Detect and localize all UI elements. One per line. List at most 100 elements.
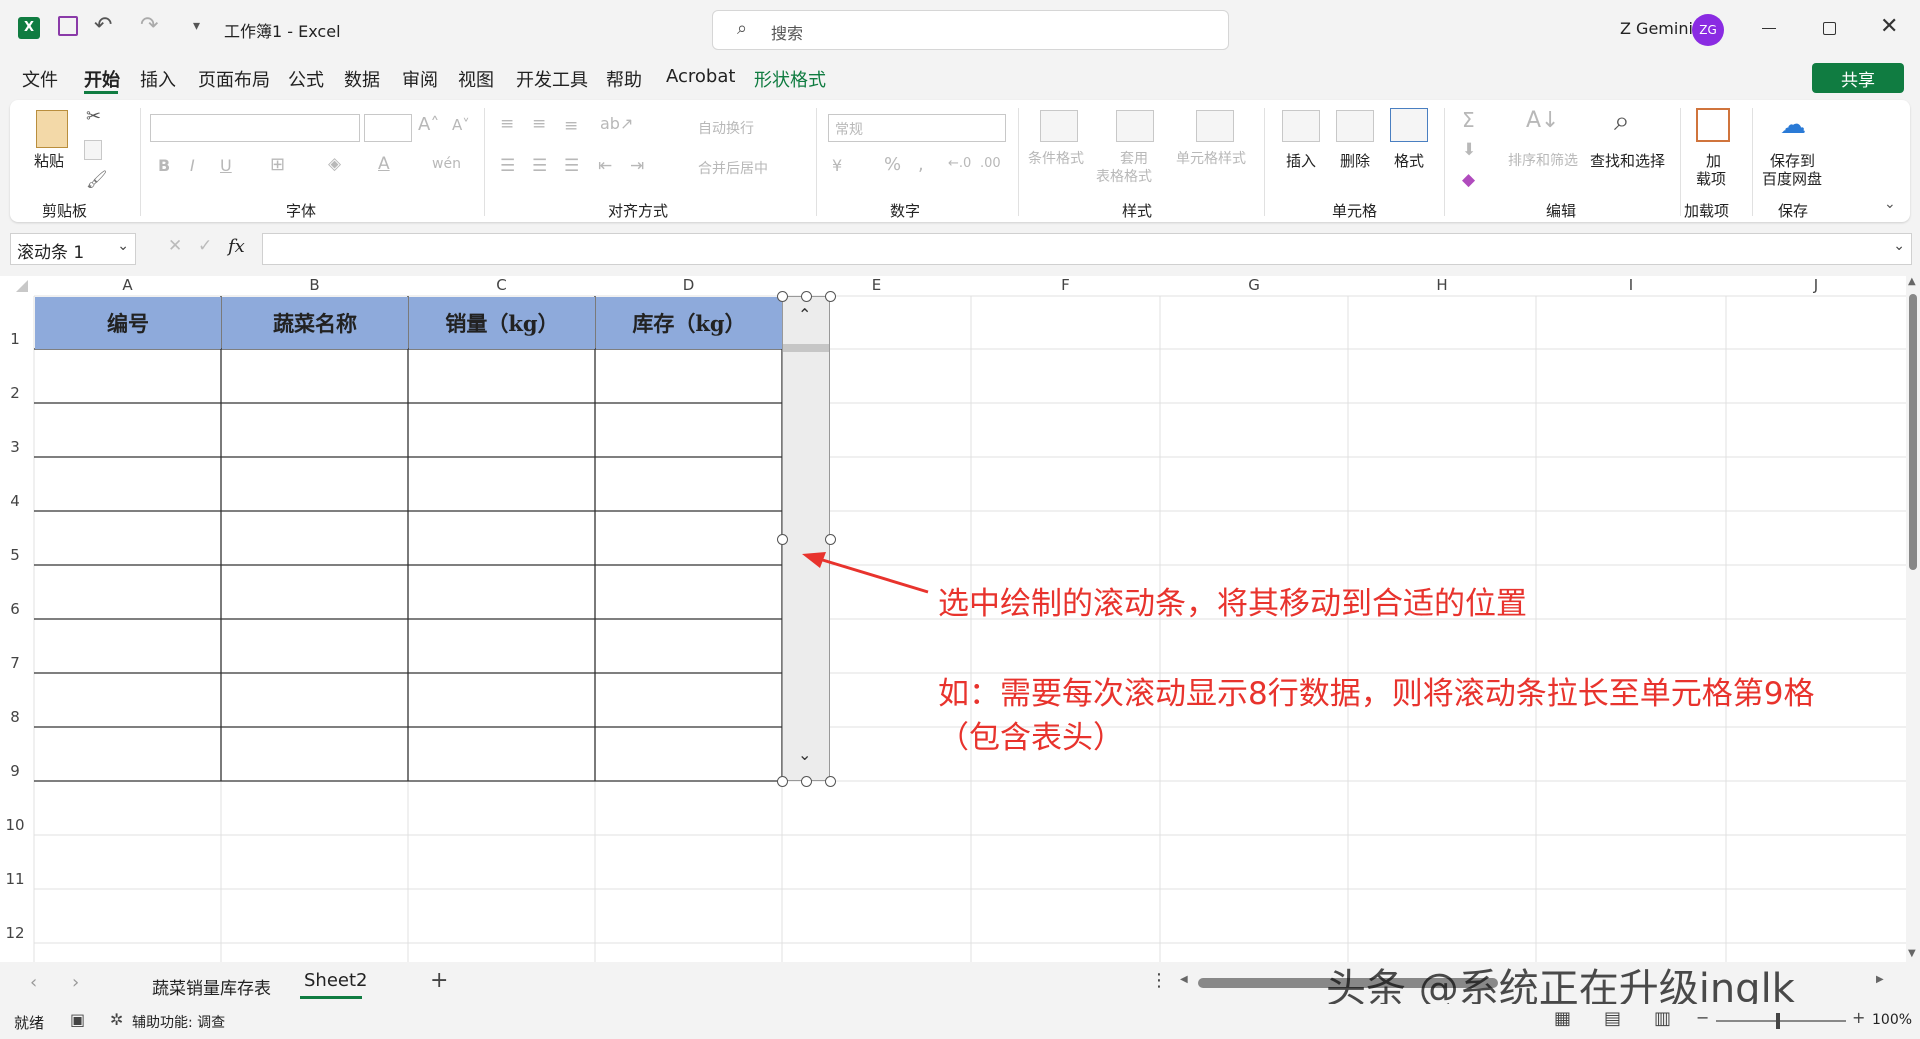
row-header-9[interactable]: 9 bbox=[0, 762, 30, 780]
page-layout-view-icon[interactable]: ▤ bbox=[1604, 1008, 1621, 1029]
underline-icon[interactable]: U bbox=[220, 156, 232, 175]
fill-icon[interactable]: ⬇ bbox=[1462, 140, 1476, 160]
align-center-icon[interactable]: ☰ bbox=[532, 156, 547, 176]
find-select-button[interactable]: 查找和选择 bbox=[1590, 150, 1665, 171]
insert-cells-button[interactable]: 插入 bbox=[1286, 150, 1316, 171]
sort-filter-button[interactable]: 排序和筛选 bbox=[1508, 150, 1578, 170]
conditional-format-button[interactable]: 条件格式 bbox=[1028, 148, 1084, 168]
format-as-table-label-2[interactable]: 表格格式 bbox=[1096, 166, 1152, 186]
collapse-ribbon-icon[interactable]: ⌄ bbox=[1884, 196, 1896, 212]
scroll-up-arrow-icon[interactable]: ▲ bbox=[1908, 276, 1916, 287]
accessibility-icon[interactable]: ✲ bbox=[110, 1010, 123, 1029]
resize-handle[interactable] bbox=[825, 776, 836, 787]
table-header-sales[interactable]: 销量（kg） bbox=[409, 297, 595, 349]
zoom-slider-thumb[interactable] bbox=[1776, 1013, 1780, 1029]
resize-handle[interactable] bbox=[777, 534, 788, 545]
vertical-scroll-thumb[interactable] bbox=[1909, 294, 1917, 570]
cell-styles-icon[interactable] bbox=[1196, 110, 1234, 142]
tab-home[interactable]: 开始 bbox=[84, 66, 120, 92]
zoom-slider[interactable] bbox=[1716, 1020, 1846, 1022]
table-header-id[interactable]: 编号 bbox=[35, 297, 221, 349]
column-header-d[interactable]: D bbox=[595, 276, 782, 296]
cell-styles-button[interactable]: 单元格样式 bbox=[1176, 148, 1246, 168]
add-sheet-icon[interactable]: + bbox=[430, 968, 448, 993]
share-button[interactable]: 共享 bbox=[1812, 63, 1904, 93]
tab-page-layout[interactable]: 页面布局 bbox=[198, 66, 270, 92]
enter-icon[interactable]: ✓ bbox=[198, 236, 212, 256]
increase-decimal-icon[interactable]: ←.0 bbox=[948, 156, 971, 171]
format-cells-button[interactable]: 格式 bbox=[1394, 150, 1424, 171]
sort-filter-icon[interactable]: A↓ bbox=[1526, 108, 1559, 133]
align-bottom-icon[interactable]: ≡ bbox=[564, 116, 578, 136]
clear-icon[interactable]: ◆ bbox=[1462, 170, 1475, 190]
row-header-2[interactable]: 2 bbox=[0, 384, 30, 402]
autosum-icon[interactable]: Σ bbox=[1462, 108, 1475, 132]
column-header-a[interactable]: A bbox=[34, 276, 221, 296]
column-header-c[interactable]: C bbox=[408, 276, 595, 296]
row-header-5[interactable]: 5 bbox=[0, 546, 30, 564]
avatar[interactable]: ZG bbox=[1692, 14, 1724, 46]
decrease-font-icon[interactable]: A˅ bbox=[452, 116, 470, 134]
column-header-i[interactable]: I bbox=[1536, 276, 1726, 296]
orientation-icon[interactable]: ab↗ bbox=[600, 114, 633, 133]
resize-handle[interactable] bbox=[801, 291, 812, 302]
scroll-down-icon[interactable]: ⌄ bbox=[798, 745, 811, 764]
normal-view-icon[interactable]: ▦ bbox=[1554, 1008, 1571, 1029]
align-right-icon[interactable]: ☰ bbox=[564, 156, 579, 176]
decrease-indent-icon[interactable]: ⇤ bbox=[598, 156, 612, 176]
font-size-select[interactable] bbox=[364, 114, 412, 142]
row-header-11[interactable]: 11 bbox=[0, 870, 30, 888]
tab-insert[interactable]: 插入 bbox=[140, 66, 176, 92]
tab-help[interactable]: 帮助 bbox=[606, 66, 642, 92]
prev-sheet-icon[interactable]: ‹ bbox=[30, 972, 37, 993]
bold-icon[interactable]: B bbox=[158, 156, 170, 175]
number-format-select[interactable]: 常规 bbox=[828, 114, 1006, 142]
row-header-7[interactable]: 7 bbox=[0, 654, 30, 672]
tab-acrobat[interactable]: Acrobat bbox=[666, 66, 735, 87]
align-middle-icon[interactable]: ≡ bbox=[532, 114, 546, 134]
phonetic-icon[interactable]: wén bbox=[432, 156, 461, 172]
save-baidu-label-2[interactable]: 百度网盘 bbox=[1762, 168, 1822, 189]
accessibility-status[interactable]: 辅助功能: 调查 bbox=[132, 1012, 225, 1032]
tab-data[interactable]: 数据 bbox=[344, 66, 380, 92]
format-cells-icon[interactable] bbox=[1390, 108, 1428, 142]
scroll-left-icon[interactable]: ◀ bbox=[1180, 974, 1188, 985]
search-box[interactable]: ⌕ 搜索 bbox=[712, 10, 1229, 50]
resize-handle[interactable] bbox=[777, 291, 788, 302]
accounting-icon[interactable]: ¥ bbox=[832, 156, 842, 175]
close-icon[interactable]: ✕ bbox=[1880, 14, 1898, 39]
row-header-3[interactable]: 3 bbox=[0, 438, 30, 456]
name-box[interactable]: 滚动条 1 ⌄ bbox=[10, 233, 136, 265]
merge-center-button[interactable]: 合并后居中 bbox=[698, 158, 768, 178]
customize-qat-icon[interactable]: ▾ bbox=[193, 18, 200, 34]
find-select-icon[interactable]: ⌕ bbox=[1614, 104, 1630, 138]
minimize-icon[interactable] bbox=[1762, 28, 1776, 29]
copy-icon[interactable] bbox=[84, 140, 102, 160]
addins-icon[interactable] bbox=[1696, 108, 1730, 142]
more-options-icon[interactable]: ⋮ bbox=[1150, 970, 1168, 991]
table-header-vegetable-name[interactable]: 蔬菜名称 bbox=[222, 297, 408, 349]
select-all-button[interactable] bbox=[16, 280, 28, 292]
column-header-j[interactable]: J bbox=[1726, 276, 1906, 296]
zoom-out-icon[interactable]: − bbox=[1696, 1008, 1709, 1027]
vertical-scrollbar[interactable]: ▲ ▼ bbox=[1906, 276, 1920, 962]
cancel-icon[interactable]: ✕ bbox=[168, 236, 182, 256]
expand-formula-icon[interactable]: ⌄ bbox=[1893, 238, 1905, 254]
restore-icon[interactable] bbox=[1823, 22, 1836, 35]
row-header-6[interactable]: 6 bbox=[0, 600, 30, 618]
tab-formulas[interactable]: 公式 bbox=[288, 66, 324, 92]
row-header-12[interactable]: 12 bbox=[0, 924, 30, 942]
delete-cells-icon[interactable] bbox=[1336, 110, 1374, 142]
user-name[interactable]: Z Gemini bbox=[1620, 19, 1693, 38]
redo-icon[interactable]: ↷ bbox=[140, 13, 158, 38]
scroll-down-arrow-icon[interactable]: ▼ bbox=[1908, 948, 1916, 959]
align-left-icon[interactable]: ☰ bbox=[500, 156, 515, 176]
row-header-8[interactable]: 8 bbox=[0, 708, 30, 726]
row-header-4[interactable]: 4 bbox=[0, 492, 30, 510]
decrease-decimal-icon[interactable]: .00 bbox=[980, 156, 1001, 171]
format-as-table-icon[interactable] bbox=[1116, 110, 1154, 142]
paste-button-label[interactable]: 粘贴 bbox=[34, 150, 64, 171]
percent-icon[interactable]: % bbox=[884, 154, 901, 175]
resize-handle[interactable] bbox=[825, 534, 836, 545]
page-break-view-icon[interactable]: ▥ bbox=[1654, 1008, 1671, 1029]
